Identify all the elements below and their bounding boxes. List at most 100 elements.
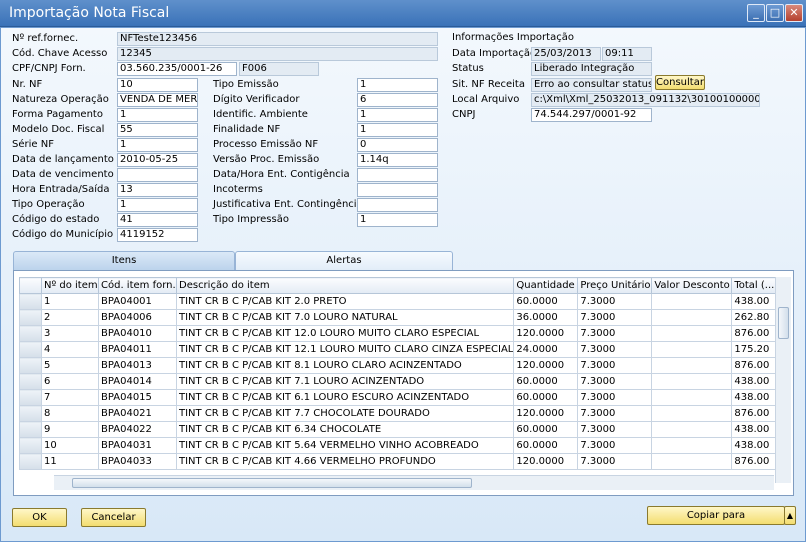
row-header[interactable] [19,453,42,470]
table-cell[interactable]: 60.0000 [513,389,579,406]
table-cell[interactable]: 7.3000 [577,453,653,470]
table-cell[interactable]: BPA04014 [98,373,177,390]
justificativa-field[interactable] [357,198,438,212]
cnpj-field[interactable]: 74.544.297/0001-92 [531,108,652,122]
table-cell[interactable]: 7.3000 [577,437,653,454]
tab-itens[interactable]: Itens [13,251,235,270]
table-cell[interactable]: TINT CR B C P/CAB KIT 7.0 LOURO NATURAL [175,309,515,326]
col-header[interactable]: Preço Unitário [577,277,653,294]
table-cell[interactable]: 3 [41,325,99,342]
table-cell[interactable]: 262.80 [731,309,779,326]
table-cell[interactable]: TINT CR B C P/CAB KIT 12.1 LOURO MUITO C… [175,341,515,358]
finalidade-field[interactable]: 1 [357,123,438,137]
table-cell[interactable] [651,389,733,406]
table-cell[interactable]: 7.3000 [577,341,653,358]
table-cell[interactable]: TINT CR B C P/CAB KIT 7.7 CHOCOLATE DOUR… [175,405,515,422]
col-header[interactable]: Quantidade [513,277,579,294]
table-cell[interactable]: 120.0000 [513,325,579,342]
table-cell[interactable] [651,437,733,454]
table-cell[interactable] [651,309,733,326]
table-cell[interactable]: 7.3000 [577,405,653,422]
ref-field[interactable]: NFTeste123456 [117,32,438,46]
table-cell[interactable]: 7.3000 [577,293,653,310]
table-cell[interactable]: 1 [41,293,99,310]
table-cell[interactable] [651,373,733,390]
tipo-impressao-field[interactable]: 1 [357,213,438,227]
table-cell[interactable]: 438.00 [731,373,779,390]
table-cell[interactable]: 8 [41,405,99,422]
vertical-scrollbar[interactable] [775,277,791,483]
table-cell[interactable]: 120.0000 [513,357,579,374]
nr-nf-field[interactable]: 10 [117,78,198,92]
table-cell[interactable]: 60.0000 [513,421,579,438]
table-cell[interactable]: BPA04006 [98,309,177,326]
local-arquivo-field[interactable]: c:\Xml\Xml_25032013_091132\3010010000010… [531,93,760,107]
table-cell[interactable]: 60.0000 [513,437,579,454]
cnpj-forn-field[interactable]: 03.560.235/0001-26 [117,62,237,76]
table-cell[interactable]: 10 [41,437,99,454]
table-cell[interactable] [651,357,733,374]
table-cell[interactable]: 438.00 [731,293,779,310]
table-cell[interactable]: 24.0000 [513,341,579,358]
table-cell[interactable]: TINT CR B C P/CAB KIT 5.64 VERMELHO VINH… [175,437,515,454]
hscroll-thumb[interactable] [72,478,472,488]
row-header[interactable] [19,389,42,406]
table-cell[interactable]: 6 [41,373,99,390]
table-cell[interactable]: 438.00 [731,389,779,406]
table-cell[interactable]: 7.3000 [577,357,653,374]
table-cell[interactable]: 5 [41,357,99,374]
table-cell[interactable]: BPA04015 [98,389,177,406]
table-cell[interactable]: 7.3000 [577,325,653,342]
sit-nf-field[interactable]: Erro ao consultar status [531,78,652,92]
cnpj-forn-code-field[interactable]: F006 [239,62,319,76]
table-cell[interactable]: 175.20 [731,341,779,358]
modelo-field[interactable]: 55 [117,123,198,137]
table-cell[interactable]: BPA04010 [98,325,177,342]
status-field[interactable]: Liberado Integração [531,62,652,76]
table-cell[interactable]: TINT CR B C P/CAB KIT 4.66 VERMELHO PROF… [175,453,515,470]
table-cell[interactable]: 11 [41,453,99,470]
table-cell[interactable]: BPA04011 [98,341,177,358]
table-row[interactable]: 9 BPA04022 TINT CR B C P/CAB KIT 6.34 CHOC… [19,421,779,438]
table-cell[interactable]: 876.00 [731,405,779,422]
tab-alertas[interactable]: Alertas [235,251,453,270]
lancamento-field[interactable]: 2010-05-25 [117,153,198,167]
table-cell[interactable]: TINT CR B C P/CAB KIT 6.1 LOURO ESCURO A… [175,389,515,406]
table-cell[interactable]: BPA04031 [98,437,177,454]
table-cell[interactable] [651,341,733,358]
table-cell[interactable]: 876.00 [731,357,779,374]
col-header[interactable]: Total (... [731,277,779,294]
row-header[interactable] [19,373,42,390]
col-header[interactable]: Nº do item [41,277,99,294]
table-row[interactable]: 1 BPA04001 TINT CR B C P/CAB KIT 2.0 PRETO… [19,293,779,310]
table-row[interactable]: 5 BPA04013 TINT CR B C P/CAB KIT 8.1 LOURO… [19,357,779,374]
table-cell[interactable]: 120.0000 [513,453,579,470]
table-cell[interactable]: TINT CR B C P/CAB KIT 7.1 LOURO ACINZENT… [175,373,515,390]
table-row[interactable]: 6 BPA04014 TINT CR B C P/CAB KIT 7.1 LOURO… [19,373,779,390]
table-cell[interactable]: 36.0000 [513,309,579,326]
row-header[interactable] [19,437,42,454]
table-cell[interactable]: BPA04022 [98,421,177,438]
table-cell[interactable]: 60.0000 [513,373,579,390]
close-button[interactable]: ✕ [785,4,803,22]
table-cell[interactable]: BPA04013 [98,357,177,374]
table-cell[interactable]: 7.3000 [577,389,653,406]
table-cell[interactable]: 4 [41,341,99,358]
table-cell[interactable]: BPA04033 [98,453,177,470]
table-cell[interactable]: BPA04021 [98,405,177,422]
cancel-button[interactable]: Cancelar [81,508,146,527]
table-cell[interactable] [651,293,733,310]
minimize-button[interactable]: _ [747,4,765,22]
table-cell[interactable]: 7 [41,389,99,406]
table-cell[interactable]: 120.0000 [513,405,579,422]
row-header[interactable] [19,341,42,358]
hora-importacao-field[interactable]: 09:11 [602,47,652,61]
copy-to-button[interactable]: Copiar para [647,506,785,525]
table-cell[interactable]: 438.00 [731,437,779,454]
table-cell[interactable]: 876.00 [731,325,779,342]
col-header[interactable]: Cód. item forn. [98,277,177,294]
chave-field[interactable]: 12345 [117,47,438,61]
table-cell[interactable]: 2 [41,309,99,326]
table-cell[interactable]: BPA04001 [98,293,177,310]
horizontal-scrollbar[interactable] [54,475,774,490]
